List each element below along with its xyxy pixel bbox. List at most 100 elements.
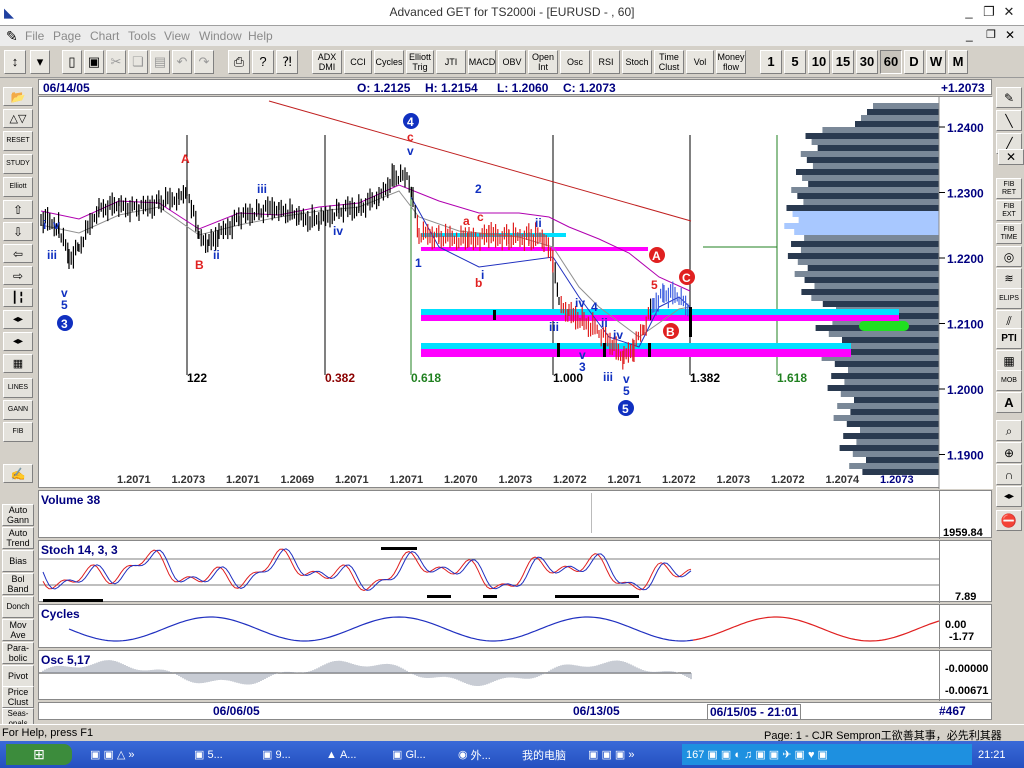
taskbar-item-6[interactable]: 我的电脑: [522, 744, 566, 765]
study-obv-button[interactable]: OBV: [498, 50, 526, 74]
fib-time-button[interactable]: FIB TIME: [996, 223, 1022, 244]
tray-icons[interactable]: ▣ ▣ ◐ ♫ ▣ ▣ ✈ ▣ ♥ ▣: [707, 748, 828, 761]
mob-button[interactable]: MOB: [996, 370, 1022, 391]
interval-10-button[interactable]: 10: [808, 50, 830, 74]
mdi-close-icon[interactable]: ✕: [1005, 28, 1015, 42]
study-rsi-button[interactable]: RSI: [592, 50, 620, 74]
taskbar-more-icon[interactable]: ▣ ▣ ▣ »: [588, 744, 634, 765]
globe-icon[interactable]: ⊕: [996, 442, 1022, 463]
interval-d-button[interactable]: D: [904, 50, 924, 74]
elips-button[interactable]: ELIPS: [996, 288, 1022, 309]
dropdown-icon[interactable]: ▾: [30, 50, 50, 74]
scroll-icon[interactable]: ◂▸: [3, 310, 33, 329]
grid-icon[interactable]: ▦: [3, 354, 33, 373]
study-time-clust-button[interactable]: Time Clust: [654, 50, 684, 74]
paste-icon[interactable]: ▤: [150, 50, 170, 74]
minimize-button[interactable]: _: [958, 4, 980, 20]
interval-30-button[interactable]: 30: [856, 50, 878, 74]
brush-icon[interactable]: ✎: [996, 87, 1022, 108]
slash-icon[interactable]: ╲: [996, 110, 1022, 131]
study-open-int-button[interactable]: Open Int: [528, 50, 558, 74]
zoom-icon[interactable]: ◂▸: [3, 332, 33, 351]
taskbar-item-5[interactable]: ◉ 外...: [458, 744, 491, 765]
study-button[interactable]: STUDY: [3, 154, 33, 174]
interval-m-button[interactable]: M: [948, 50, 968, 74]
wave-icon[interactable]: ≋: [996, 268, 1022, 289]
cycles-pane[interactable]: Cycles 0.00 -1.77: [38, 604, 992, 649]
taskbar-item-4[interactable]: ▣ Gl...: [392, 744, 426, 765]
pin-icon[interactable]: ✎: [6, 28, 18, 45]
study-osc-button[interactable]: Osc: [560, 50, 590, 74]
text-tool-icon[interactable]: A: [996, 392, 1022, 413]
cut-icon[interactable]: ✂: [106, 50, 126, 74]
donch-button[interactable]: Donch: [2, 596, 34, 618]
auto-trend-button[interactable]: Auto Trend: [2, 527, 34, 549]
taskbar-item-2[interactable]: ▣ 9...: [262, 744, 291, 765]
pointer-tool-icon[interactable]: ↕: [4, 50, 26, 74]
lines-button[interactable]: LINES: [3, 378, 33, 398]
x-mark-icon[interactable]: ✕: [998, 149, 1024, 165]
context-help-icon[interactable]: ⁈: [276, 50, 298, 74]
stoch-pane[interactable]: Stoch 14, 3, 3 7.89: [38, 540, 992, 603]
interval-15-button[interactable]: 15: [832, 50, 854, 74]
redo-icon[interactable]: ↷: [194, 50, 214, 74]
menu-window[interactable]: Window: [199, 29, 242, 43]
mdi-minimize-icon[interactable]: _: [966, 28, 973, 42]
interval-5-button[interactable]: 5: [784, 50, 806, 74]
fib-button[interactable]: FIB: [3, 422, 33, 442]
study-adx-button[interactable]: ADX DMI: [312, 50, 342, 74]
price-chart-canvas[interactable]: 1.24001.23001.22001.21001.20001.19001.18…: [39, 97, 993, 489]
fib-ret-button[interactable]: FIB RET: [996, 178, 1022, 199]
bars-icon[interactable]: ┃╏: [3, 288, 33, 307]
price-clust-button[interactable]: Price Clust: [2, 686, 34, 708]
taskbar-item-1[interactable]: ▣ 5...: [194, 744, 223, 765]
menu-help[interactable]: Help: [248, 29, 273, 43]
price-chart-pane[interactable]: 1.24001.23001.22001.21001.20001.19001.18…: [38, 96, 993, 489]
elliott-button[interactable]: Elliott: [3, 177, 33, 197]
interval-60-button[interactable]: 60: [880, 50, 902, 74]
gann-button[interactable]: GANN: [3, 400, 33, 420]
study-cci-button[interactable]: CCI: [344, 50, 372, 74]
spiral-icon[interactable]: ◎: [996, 246, 1022, 267]
triangles-icon[interactable]: △▽: [3, 109, 33, 128]
bias-button[interactable]: Bias: [2, 550, 34, 572]
study-cycles-button[interactable]: Cycles: [374, 50, 404, 74]
left-right-icon[interactable]: ◂▸: [996, 486, 1022, 507]
quicklaunch-icon[interactable]: ▣ ▣ △ »: [90, 744, 135, 765]
arrow-right-icon[interactable]: ⇨: [3, 266, 33, 285]
magnet-icon[interactable]: ∩: [996, 464, 1022, 485]
study-macd-button[interactable]: MACD: [468, 50, 496, 74]
arrow-down-icon[interactable]: ⇩: [3, 222, 33, 241]
study-jti-button[interactable]: JTI: [436, 50, 466, 74]
menu-view[interactable]: View: [164, 29, 190, 43]
copy-icon[interactable]: ❏: [128, 50, 148, 74]
print-icon[interactable]: ⎙: [228, 50, 250, 74]
interval-1-button[interactable]: 1: [760, 50, 782, 74]
stop-icon[interactable]: ⛔: [996, 510, 1022, 531]
parabolic-button[interactable]: Para-bolic: [2, 642, 34, 664]
pti-button[interactable]: PTI: [996, 328, 1022, 349]
menu-tools[interactable]: Tools: [128, 29, 156, 43]
start-button[interactable]: ⊞: [6, 744, 72, 765]
undo-icon[interactable]: ↶: [172, 50, 192, 74]
menu-page[interactable]: Page: [53, 29, 81, 43]
grid-icon-right[interactable]: ▦: [996, 350, 1022, 371]
open-folder-icon[interactable]: 📂: [3, 87, 33, 106]
menu-chart[interactable]: Chart: [90, 29, 119, 43]
fib-ext-button[interactable]: FIB EXT: [996, 200, 1022, 221]
volume-pane[interactable]: Volume 38 1959.84: [38, 490, 992, 539]
interval-w-button[interactable]: W: [926, 50, 946, 74]
mov-ave-button[interactable]: Mov Ave: [2, 619, 34, 641]
magnify-icon[interactable]: ⌕: [996, 420, 1022, 441]
auto-gann-button[interactable]: Auto Gann: [2, 504, 34, 526]
menu-file[interactable]: File: [25, 29, 44, 43]
notes-icon[interactable]: ✍: [3, 464, 33, 483]
bol-band-button[interactable]: Bol Band: [2, 573, 34, 595]
study-money-flow-button[interactable]: Money flow: [716, 50, 746, 74]
reset-button[interactable]: RESET: [3, 131, 33, 151]
study-elliott-trig-button[interactable]: Elliott Trig: [406, 50, 434, 74]
arrow-up-icon[interactable]: ⇧: [3, 200, 33, 219]
study-stoch-button[interactable]: Stoch: [622, 50, 652, 74]
new-file-icon[interactable]: ▯: [62, 50, 82, 74]
pivot-button[interactable]: Pivot: [2, 665, 34, 687]
